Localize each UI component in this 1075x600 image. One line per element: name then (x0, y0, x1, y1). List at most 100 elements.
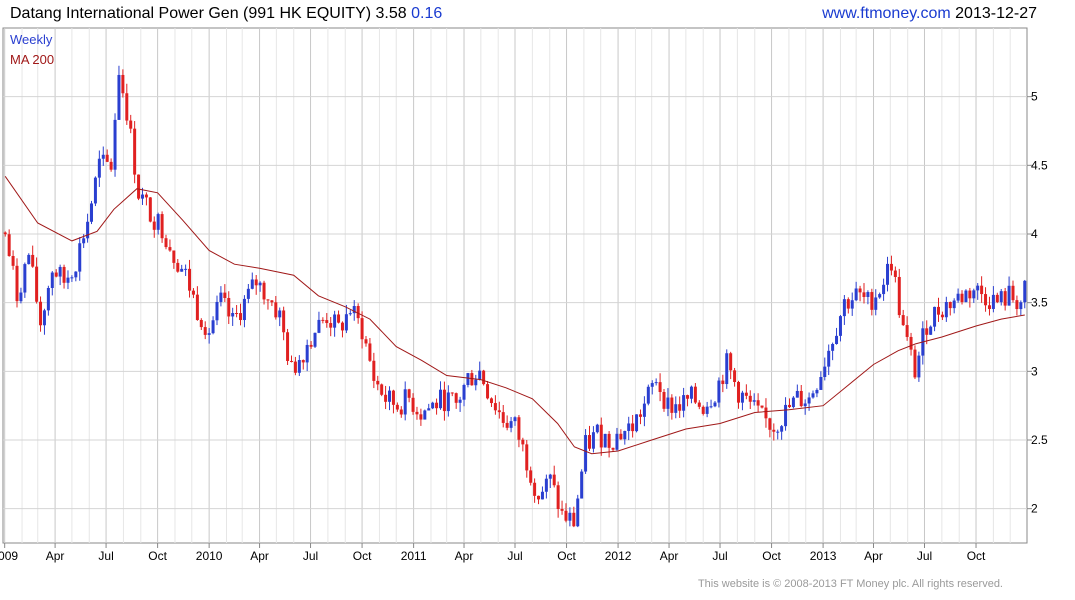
weekly-bar-body (305, 344, 309, 363)
weekly-bar-body (760, 405, 764, 408)
weekly-bar-body (391, 390, 395, 405)
weekly-bar-body (874, 297, 878, 310)
weekly-bar-body (635, 414, 639, 432)
weekly-bar-body (638, 414, 642, 417)
weekly-bar-body (423, 410, 427, 420)
weekly-bar-body (662, 392, 666, 409)
weekly-bar-body (901, 315, 905, 326)
weekly-bar-body (360, 318, 364, 340)
weekly-bar-body (231, 313, 235, 317)
weekly-bar-body (933, 306, 937, 327)
weekly-bar-body (293, 361, 297, 373)
weekly-bar-body (129, 120, 133, 129)
weekly-bar-body (544, 478, 548, 492)
weekly-bar-body (137, 174, 141, 199)
weekly-bar-body (388, 390, 392, 402)
weekly-bar-body (709, 406, 713, 408)
weekly-bar-body (191, 290, 195, 295)
weekly-bar-body (427, 408, 431, 411)
price-chart: 2 2.5 3 3.5 4 4.5 5 2009 Apr Jul Oct 2010 Apr Jul Oct 2… (0, 27, 1048, 563)
weekly-bar-body (521, 439, 525, 445)
weekly-bar-body (50, 272, 54, 288)
weekly-bar-body (964, 290, 968, 303)
weekly-bar-body (105, 154, 109, 162)
weekly-bar-body (82, 238, 86, 244)
weekly-bar-body (258, 282, 262, 286)
x-tick-label: Oct (353, 549, 372, 563)
weekly-bar-body (395, 404, 399, 410)
weekly-bar-body (564, 510, 568, 521)
weekly-bar-body (384, 394, 388, 402)
weekly-bar-body (999, 291, 1003, 303)
weekly-bar-body (956, 293, 960, 301)
weekly-bar-body (329, 323, 333, 328)
x-tick-label: Apr (660, 549, 679, 563)
weekly-bar-body (438, 389, 442, 409)
weekly-bar-body (380, 384, 384, 395)
weekly-bar-body (235, 313, 239, 315)
y-tick-label: 2 (1031, 502, 1038, 516)
weekly-bar-body (117, 74, 121, 120)
x-tick-label: Jul (917, 549, 932, 563)
weekly-bar-body (458, 399, 462, 403)
weekly-bar-body (3, 232, 7, 235)
weekly-bar-body (623, 430, 627, 440)
weekly-bar-body (19, 292, 23, 302)
weekly-bar-body (321, 319, 325, 321)
weekly-bar-body (552, 474, 556, 486)
weekly-bar-body (893, 270, 897, 277)
weekly-bar-body (203, 327, 207, 335)
weekly-bar-body (446, 392, 450, 412)
weekly-bar-body (46, 287, 50, 311)
weekly-bar-body (340, 322, 344, 331)
weekly-bar-body (109, 161, 113, 170)
weekly-bar-body (556, 485, 560, 509)
weekly-bar-body (27, 254, 31, 265)
weekly-bar-body (337, 314, 341, 323)
weekly-bar-body (952, 300, 956, 309)
weekly-bar-body (658, 382, 662, 393)
weekly-bar-body (289, 360, 293, 362)
weekly-bar-body (278, 310, 282, 318)
weekly-bar-body (713, 402, 717, 407)
weekly-bar-body (442, 389, 446, 412)
weekly-bar-body (348, 313, 352, 315)
weekly-bar-body (497, 410, 501, 413)
weekly-bar-body (270, 300, 274, 303)
weekly-bar-body (211, 320, 215, 334)
weekly-bar-body (819, 376, 823, 390)
weekly-bar-body (207, 333, 211, 335)
weekly-bar-body (403, 389, 407, 415)
weekly-bar-body (254, 279, 258, 286)
weekly-bar-body (678, 404, 682, 411)
weekly-bar-body (827, 350, 831, 367)
weekly-bar-body (227, 297, 231, 317)
weekly-bar-body (93, 177, 97, 204)
weekly-bar-body (603, 433, 607, 448)
weekly-bar-body (23, 264, 27, 293)
weekly-bar-body (897, 276, 901, 316)
weekly-bar-body (31, 254, 35, 267)
weekly-bar-body (1019, 302, 1023, 310)
weekly-bar-body (450, 392, 454, 394)
weekly-bar-body (670, 397, 674, 413)
weekly-bar-body (944, 302, 948, 318)
weekly-bar-body (501, 412, 505, 423)
weekly-bar-body (407, 389, 411, 398)
weekly-bar-body (493, 403, 497, 411)
weekly-bar-body (740, 392, 744, 403)
weekly-bar-body (615, 433, 619, 450)
weekly-bar-body (482, 370, 486, 385)
weekly-bar-body (66, 277, 70, 283)
weekly-bar-body (15, 265, 19, 302)
weekly-bar-body (411, 397, 415, 412)
weekly-bar-body (176, 262, 180, 272)
weekly-bar-body (960, 293, 964, 303)
x-tick-label: Oct (967, 549, 986, 563)
weekly-bar-body (991, 294, 995, 309)
weekly-bar-body (525, 444, 529, 471)
x-tick-label: Jul (303, 549, 318, 563)
weekly-bar-body (454, 393, 458, 403)
x-tick-label: Jul (507, 549, 522, 563)
weekly-bar-body (791, 397, 795, 408)
